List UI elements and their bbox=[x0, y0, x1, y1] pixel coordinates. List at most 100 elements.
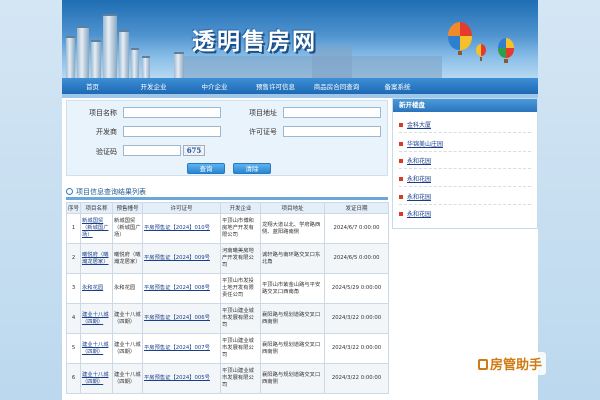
building-no: 建业十八城（四期） bbox=[112, 333, 143, 364]
project-name-link[interactable]: 曦悦府（曦瀚龙居家） bbox=[80, 243, 113, 274]
watermark: 房管助手 bbox=[474, 352, 547, 375]
captcha-input[interactable] bbox=[123, 145, 181, 156]
license-link[interactable]: 平房预售证【2024】005号 bbox=[142, 363, 221, 394]
nav-developers[interactable]: 开发企业 bbox=[123, 81, 184, 91]
sidebar-item[interactable]: 永和花园 bbox=[399, 174, 431, 183]
results-table: 序号 项目名称 预售幢号 许可证号 开发企业 项目地址 发证日期 1 新城国贸（… bbox=[66, 202, 389, 394]
project-name-link[interactable]: 建业十八城（四期） bbox=[80, 303, 113, 334]
table-header-row: 序号 项目名称 预售幢号 许可证号 开发企业 项目地址 发证日期 bbox=[66, 202, 389, 214]
issue-date: 2024/6/7 0:00:00 bbox=[324, 213, 389, 244]
sidebar-item[interactable]: 永和花园 bbox=[399, 209, 431, 218]
results-heading: 项目信息查询结果列表 bbox=[66, 187, 146, 197]
house-icon bbox=[478, 359, 488, 370]
balloon-icon bbox=[498, 38, 514, 63]
developer-label: 开发商 bbox=[96, 128, 117, 136]
building-no: 建业十八城（四期） bbox=[112, 303, 143, 334]
developer-name: 平顶山市博和房地产开发有限公司 bbox=[220, 213, 261, 244]
project-address: 襄阳路与规划道路交叉口西南侧 bbox=[260, 333, 325, 364]
developer-input[interactable] bbox=[123, 126, 221, 137]
table-row: 3 永和花园 永和花园 平房预售证【2024】008号 平顶山市发投土地开发有限… bbox=[66, 273, 389, 304]
nav-filing-system[interactable]: 备案系统 bbox=[367, 81, 428, 91]
building-no: 建业十八城（四期） bbox=[112, 363, 143, 394]
col-header: 开发企业 bbox=[220, 202, 261, 214]
bullet-icon bbox=[399, 212, 403, 216]
license-link[interactable]: 平房预售证【2024】006号 bbox=[142, 303, 221, 334]
balloon-icon bbox=[476, 44, 486, 61]
balloon-icon bbox=[448, 22, 472, 55]
license-link[interactable]: 平房预售证【2024】010号 bbox=[142, 213, 221, 244]
license-link[interactable]: 平房预售证【2024】007号 bbox=[142, 333, 221, 364]
main-nav: 首页 开发企业 中介企业 预售许可信息 商品房合同查询 备案系统 bbox=[62, 78, 538, 94]
table-row: 5 建业十八城（四期） 建业十八城（四期） 平房预售证【2024】007号 平顶… bbox=[66, 333, 389, 364]
building-no: 新城国贸（新城国广场） bbox=[112, 213, 143, 244]
search-form: 项目名称 项目地址 开发商 许可证号 验证码 675 查询 清除 bbox=[66, 100, 388, 176]
table-row: 2 曦悦府（曦瀚龙居家） 曦悦府（曦瀚龙居家） 平房预售证【2024】009号 … bbox=[66, 243, 389, 274]
col-header: 序号 bbox=[66, 202, 81, 214]
search-icon bbox=[66, 188, 73, 195]
issue-date: 2024/3/22 0:00:00 bbox=[324, 303, 389, 334]
sidebar-item[interactable]: 永和花园 bbox=[399, 156, 431, 165]
issue-date: 2024/5/29 0:00:00 bbox=[324, 273, 389, 304]
project-name-link[interactable]: 建业十八城（四期） bbox=[80, 333, 113, 364]
nav-agencies[interactable]: 中介企业 bbox=[184, 81, 245, 91]
nav-contract-query[interactable]: 商品房合同查询 bbox=[306, 81, 367, 91]
issue-date: 2024/3/22 0:00:00 bbox=[324, 363, 389, 394]
row-index: 4 bbox=[66, 303, 81, 334]
table-row: 1 新城国贸（新城国广场） 新城国贸（新城国广场） 平房预售证【2024】010… bbox=[66, 213, 389, 244]
col-header: 项目地址 bbox=[260, 202, 325, 214]
project-address-input[interactable] bbox=[283, 107, 381, 118]
bullet-icon bbox=[399, 159, 403, 163]
developer-name: 平顶山市发投土地开发有限责任公司 bbox=[220, 273, 261, 304]
table-row: 4 建业十八城（四期） 建业十八城（四期） 平房预售证【2024】006号 平顶… bbox=[66, 303, 389, 334]
col-header: 预售幢号 bbox=[112, 202, 143, 214]
project-address: 襄阳路与规划道路交叉口西南侧 bbox=[260, 303, 325, 334]
license-link[interactable]: 平房预售证【2024】008号 bbox=[142, 273, 221, 304]
row-index: 2 bbox=[66, 243, 81, 274]
building-no: 曦悦府（曦瀚龙居家） bbox=[112, 243, 143, 274]
nav-presale-license[interactable]: 预售许可信息 bbox=[245, 81, 306, 91]
sidebar-item[interactable]: 永和花园 bbox=[399, 192, 431, 201]
project-name-link[interactable]: 永和花园 bbox=[80, 273, 113, 304]
row-index: 3 bbox=[66, 273, 81, 304]
bullet-icon bbox=[399, 142, 403, 146]
clear-button[interactable]: 清除 bbox=[233, 163, 271, 174]
nav-home[interactable]: 首页 bbox=[62, 81, 123, 91]
captcha-image[interactable]: 675 bbox=[183, 145, 205, 156]
results-divider bbox=[66, 197, 388, 200]
row-index: 5 bbox=[66, 333, 81, 364]
developer-name: 平顶山建业城市发展有限公司 bbox=[220, 363, 261, 394]
sidebar-item[interactable]: 华锦美山庄园 bbox=[399, 139, 443, 148]
table-row: 6 建业十八城（四期） 建业十八城（四期） 平房预售证【2024】005号 平顶… bbox=[66, 363, 389, 394]
site-title: 透明售房网 bbox=[192, 28, 317, 55]
new-projects-panel: 新开楼盘 金科大厦 华锦美山庄园 永和花园 永和花园 永和花园 永和花园 bbox=[392, 98, 538, 229]
bullet-icon bbox=[399, 177, 403, 181]
building-no: 永和花园 bbox=[112, 273, 143, 304]
issue-date: 2024/3/22 0:00:00 bbox=[324, 333, 389, 364]
issue-date: 2024/6/5 0:00:00 bbox=[324, 243, 389, 274]
new-projects-title: 新开楼盘 bbox=[393, 99, 537, 112]
row-index: 6 bbox=[66, 363, 81, 394]
project-address: 襄阳路与规划道路交叉口西南侧 bbox=[260, 363, 325, 394]
header-banner: 透明售房网 bbox=[62, 0, 538, 78]
bullet-icon bbox=[399, 195, 403, 199]
col-header: 发证日期 bbox=[324, 202, 389, 214]
row-index: 1 bbox=[66, 213, 81, 244]
project-address: 诚轩路与南环路交叉口东北角 bbox=[260, 243, 325, 274]
col-header: 许可证号 bbox=[142, 202, 221, 214]
developer-name: 河南曦美房地产开发有限公司 bbox=[220, 243, 261, 274]
project-name-input[interactable] bbox=[123, 107, 221, 118]
sidebar-item[interactable]: 金科大厦 bbox=[399, 120, 431, 129]
project-name-link[interactable]: 建业十八城（四期） bbox=[80, 363, 113, 394]
col-header: 项目名称 bbox=[80, 202, 113, 214]
project-address: 龙翔大道以北、学府路西侧、蓝阳路南侧 bbox=[260, 213, 325, 244]
license-label: 许可证号 bbox=[249, 128, 277, 136]
captcha-label: 验证码 bbox=[96, 148, 117, 156]
project-address-label: 项目地址 bbox=[249, 109, 277, 117]
query-button[interactable]: 查询 bbox=[187, 163, 225, 174]
license-link[interactable]: 平房预售证【2024】009号 bbox=[142, 243, 221, 274]
project-address: 平顶山市紫金山路与平安路交叉口西南角 bbox=[260, 273, 325, 304]
project-name-link[interactable]: 新城国贸（新城国广场） bbox=[80, 213, 113, 244]
license-input[interactable] bbox=[283, 126, 381, 137]
developer-name: 平顶山建业城市发展有限公司 bbox=[220, 333, 261, 364]
project-name-label: 项目名称 bbox=[89, 109, 117, 117]
